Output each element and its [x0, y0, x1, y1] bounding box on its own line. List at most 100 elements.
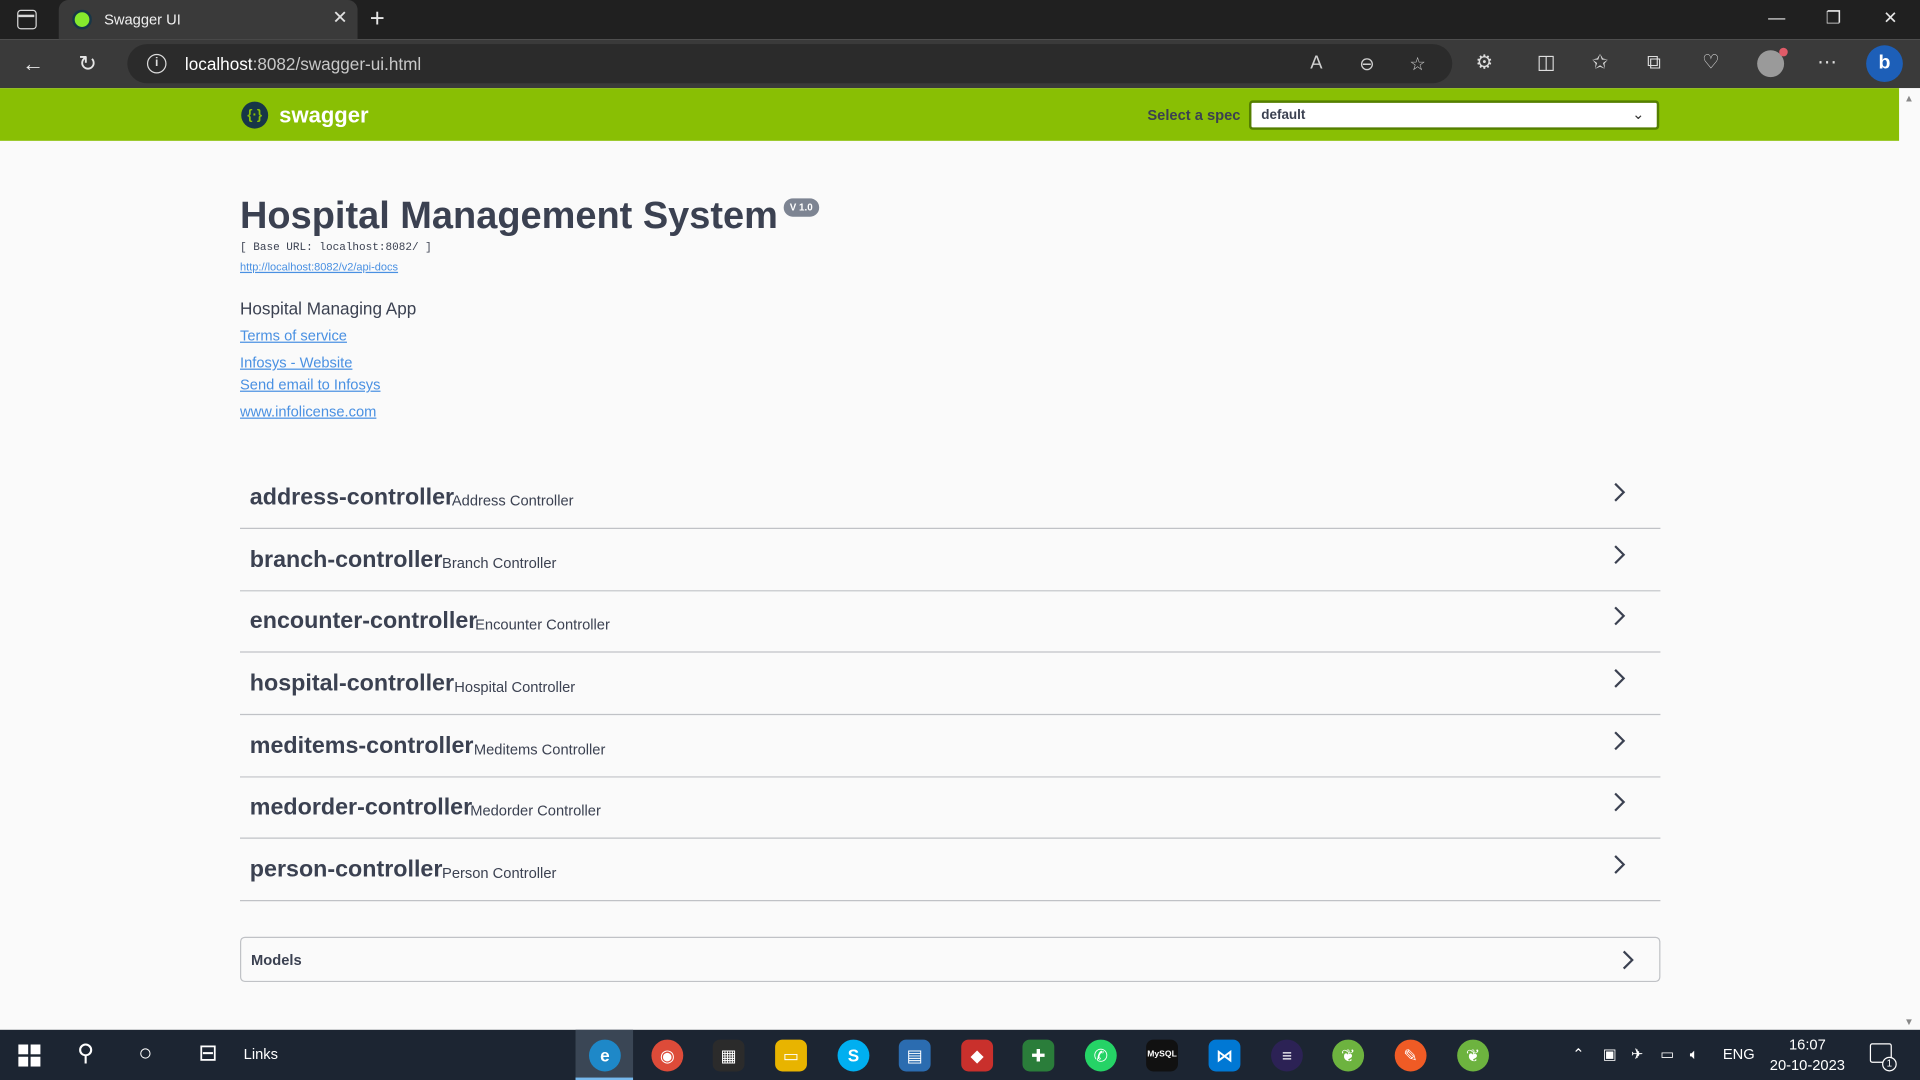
api-description: Hospital Managing App: [240, 298, 417, 319]
website-link[interactable]: Infosys - Website: [240, 354, 352, 371]
browser-tab[interactable]: Swagger UI ✕: [58, 0, 358, 40]
mysql-icon[interactable]: MySQL: [1146, 1039, 1178, 1072]
collections-icon[interactable]: ⧉: [1647, 51, 1661, 75]
controller-name[interactable]: encounter-controller: [250, 609, 478, 636]
controller-name[interactable]: meditems-controller: [250, 733, 474, 760]
battery-icon[interactable]: ▭: [1660, 1046, 1674, 1063]
extensions-icon[interactable]: ⚙: [1476, 51, 1494, 75]
swagger-topbar: {·} swagger Select a spec default ⌄: [0, 88, 1900, 141]
back-icon[interactable]: ←: [22, 51, 44, 75]
address-bar[interactable]: i localhost:8082/swagger-ui.html A ⊖ ☆: [127, 44, 1453, 84]
favorites-icon[interactable]: ✩: [1592, 51, 1608, 75]
restore-icon[interactable]: ❐: [1826, 7, 1841, 27]
models-label[interactable]: Models: [251, 951, 302, 968]
url-text[interactable]: localhost:8082/swagger-ui.html: [185, 54, 421, 74]
notification-count: 1: [1882, 1056, 1897, 1072]
file-explorer-icon[interactable]: ▭: [775, 1039, 807, 1072]
drawing-app-icon[interactable]: ◆: [961, 1039, 994, 1072]
base-url: [ Base URL: localhost:8082/ ]: [240, 241, 432, 254]
search-icon[interactable]: ⚲: [77, 1041, 94, 1068]
plus-app-icon[interactable]: ✚: [1022, 1039, 1055, 1072]
volume-icon[interactable]: 🔈︎: [1690, 1046, 1699, 1064]
meet-now-icon[interactable]: ▣: [1603, 1046, 1617, 1063]
controller-section-encounter[interactable]: encounter-controller Encounter Controlle…: [240, 590, 1661, 653]
spec-select[interactable]: default ⌄: [1248, 100, 1660, 130]
chevron-right-icon[interactable]: [1615, 948, 1639, 972]
swagger-logo-text[interactable]: swagger: [279, 103, 368, 129]
url-host: localhost: [184, 53, 253, 74]
controller-section-person[interactable]: person-controller Person Controller: [240, 839, 1661, 902]
chevron-right-icon[interactable]: [1607, 542, 1631, 566]
scroll-up-icon[interactable]: ▲: [1904, 93, 1914, 104]
postman-icon[interactable]: ✎: [1394, 1039, 1427, 1072]
email-link[interactable]: Send email to Infosys: [240, 376, 380, 393]
controller-description: Encounter Controller: [475, 615, 610, 634]
controller-description: Meditems Controller: [473, 740, 606, 758]
links-toolbar[interactable]: Links: [244, 1046, 278, 1063]
models-section[interactable]: Models: [240, 936, 1661, 983]
zoom-icon[interactable]: ⊖: [1359, 53, 1374, 75]
eclipse-icon[interactable]: ≡: [1271, 1039, 1303, 1072]
site-info-icon[interactable]: i: [146, 53, 167, 74]
more-options-icon[interactable]: ⋯: [1817, 51, 1837, 75]
spring-tools-icon[interactable]: ❦: [1332, 1039, 1365, 1072]
controller-section-address[interactable]: address-controller Address Controller: [240, 467, 1661, 529]
controller-section-hospital[interactable]: hospital-controller Hospital Controller: [240, 653, 1661, 716]
url-path: :8082/swagger-ui.html: [252, 53, 422, 74]
clock-time: 16:07: [1788, 1035, 1826, 1054]
controller-section-branch[interactable]: branch-controller Branch Controller: [240, 529, 1661, 592]
favorite-star-icon[interactable]: ☆: [1409, 53, 1425, 75]
scroll-down-icon[interactable]: ▼: [1904, 1016, 1914, 1027]
new-tab-icon[interactable]: +: [370, 6, 385, 32]
whatsapp-icon[interactable]: ✆: [1084, 1039, 1117, 1072]
controller-name[interactable]: branch-controller: [250, 547, 443, 574]
controller-name[interactable]: medorder-controller: [250, 795, 472, 822]
minimize-icon[interactable]: —: [1768, 7, 1785, 27]
close-tab-icon[interactable]: ✕: [332, 8, 347, 29]
spec-select-label: Select a spec: [1147, 106, 1241, 124]
tab-actions-icon[interactable]: [17, 9, 37, 30]
api-docs-link[interactable]: http://localhost:8082/v2/api-docs: [240, 261, 398, 273]
windows-taskbar: ⚲ ○ ⊟ Links e ◉ ▦ ▭ S ▤ ◆ ✚ ✆ MySQL ⋈ ≡ …: [0, 1029, 1920, 1080]
screen: Swagger UI ✕ + — ❐ ✕ ← ↻ i localhost:808…: [0, 0, 1920, 1080]
terms-of-service-link[interactable]: Terms of service: [240, 327, 347, 344]
profile-avatar[interactable]: [1757, 47, 1788, 78]
chrome-icon[interactable]: ◉: [651, 1039, 684, 1072]
microsoft-store-icon[interactable]: ▦: [712, 1039, 745, 1072]
cortana-icon[interactable]: ○: [138, 1041, 152, 1068]
vscode-icon[interactable]: ⋈: [1208, 1039, 1241, 1072]
version-badge: V 1.0: [783, 198, 819, 217]
controller-section-medorder[interactable]: medorder-controller Medorder Controller: [240, 776, 1661, 839]
close-window-icon[interactable]: ✕: [1883, 7, 1897, 27]
chevron-right-icon[interactable]: [1607, 790, 1631, 814]
skype-icon[interactable]: S: [837, 1039, 870, 1072]
clock[interactable]: 16:07 20-10-2023: [1767, 1035, 1848, 1077]
bing-copilot-icon[interactable]: b: [1866, 45, 1903, 83]
spec-select-value: default: [1261, 107, 1306, 123]
language-indicator[interactable]: ENG: [1723, 1046, 1755, 1063]
controller-name[interactable]: hospital-controller: [250, 671, 454, 698]
license-link[interactable]: www.infolicense.com: [240, 403, 376, 420]
windows-start-icon[interactable]: [18, 1044, 41, 1067]
notepad-icon[interactable]: ▤: [898, 1039, 931, 1072]
browser-essentials-icon[interactable]: ♡: [1702, 51, 1720, 75]
split-screen-icon[interactable]: ◫: [1537, 51, 1556, 75]
refresh-icon[interactable]: ↻: [78, 51, 96, 75]
chevron-right-icon[interactable]: [1607, 729, 1631, 753]
edge-icon[interactable]: e: [588, 1039, 621, 1072]
browser-title-bar: Swagger UI ✕ + — ❐ ✕: [0, 0, 1920, 40]
airplane-mode-icon[interactable]: ✈: [1631, 1046, 1643, 1063]
controller-section-meditems[interactable]: meditems-controller Meditems Controller: [240, 715, 1661, 778]
show-hidden-icons-icon[interactable]: ⌃: [1572, 1046, 1584, 1063]
read-aloud-icon[interactable]: A: [1310, 53, 1322, 74]
chevron-right-icon[interactable]: [1607, 666, 1631, 690]
controller-name[interactable]: person-controller: [250, 857, 443, 884]
chevron-right-icon[interactable]: [1607, 852, 1631, 876]
chevron-right-icon[interactable]: [1607, 604, 1631, 628]
chevron-right-icon[interactable]: [1607, 480, 1631, 504]
page-scrollbar[interactable]: ▲ ▼: [1899, 88, 1920, 1030]
controller-name[interactable]: address-controller: [250, 485, 454, 512]
spring-boot-icon[interactable]: ❦: [1457, 1039, 1489, 1072]
task-view-icon[interactable]: ⊟: [198, 1041, 217, 1068]
swagger-logo-icon[interactable]: {·}: [241, 101, 269, 129]
